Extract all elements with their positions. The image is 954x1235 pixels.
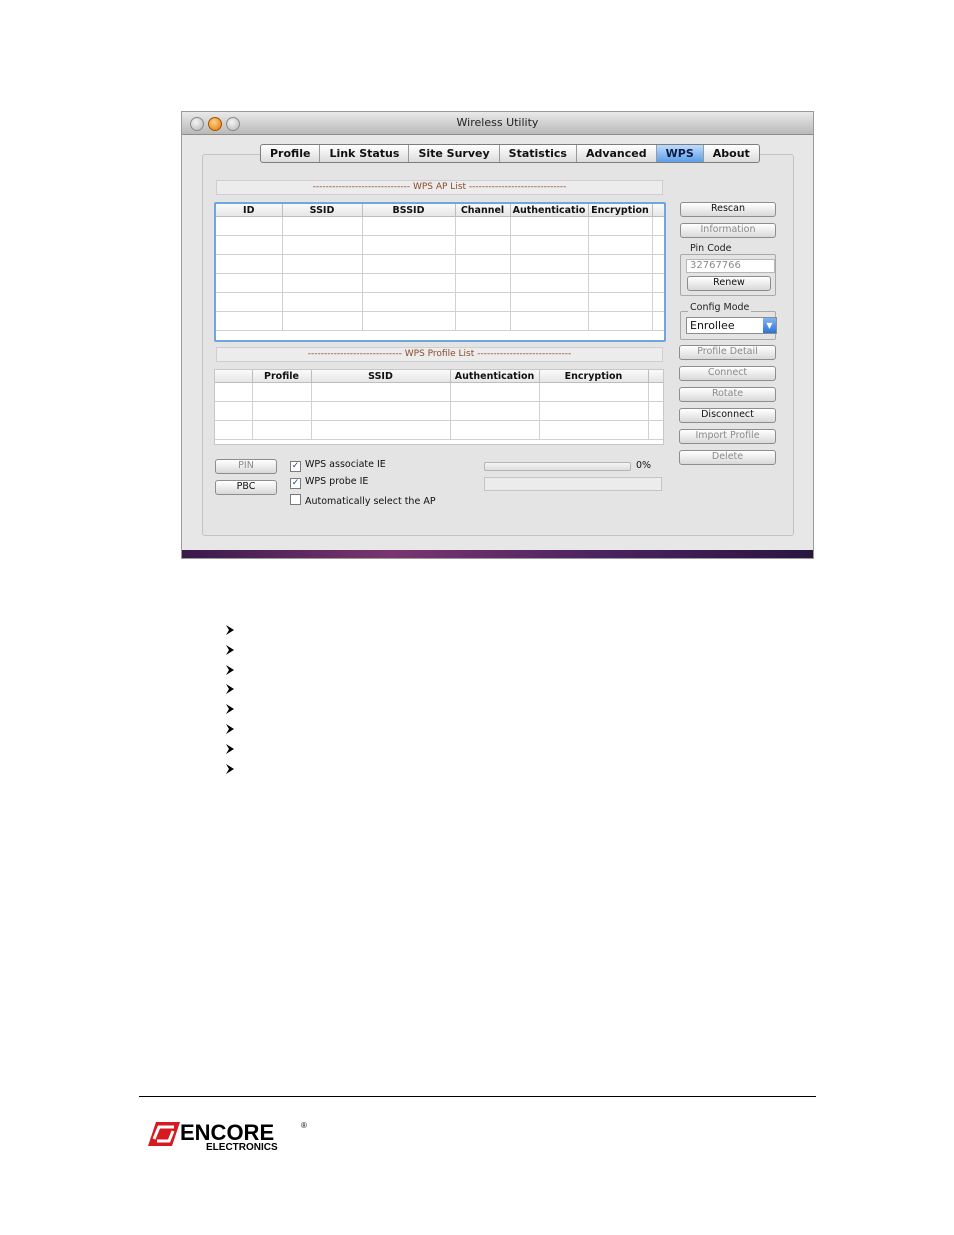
column-header-bssid[interactable]: BSSID bbox=[362, 204, 456, 217]
config-mode-value: Enrollee bbox=[690, 319, 735, 332]
config-mode-select[interactable]: Enrollee ▼ bbox=[686, 317, 777, 334]
wps-ap-table: ID SSID BSSID Channel Authenticatio Encr… bbox=[216, 204, 664, 331]
checkbox-checked-icon[interactable]: ✓ bbox=[290, 461, 301, 472]
pbc-button[interactable]: PBC bbox=[215, 480, 277, 495]
delete-button[interactable]: Delete bbox=[679, 450, 776, 465]
column-header-encryption[interactable]: Encryption bbox=[539, 370, 649, 383]
wps-associate-ie-label: WPS associate IE bbox=[305, 459, 386, 470]
rotate-button[interactable]: Rotate bbox=[679, 387, 776, 402]
wps-profile-table: Profile SSID Authentication Encryption bbox=[215, 370, 663, 440]
table-row[interactable] bbox=[216, 311, 664, 331]
tab-link-status[interactable]: Link Status bbox=[320, 145, 410, 162]
table-row[interactable] bbox=[215, 401, 663, 421]
pin-code-label: Pin Code bbox=[688, 243, 734, 254]
auto-select-ap-label: Automatically select the AP bbox=[305, 496, 436, 507]
table-row[interactable] bbox=[215, 420, 663, 440]
column-header-channel[interactable]: Channel bbox=[455, 204, 511, 217]
table-row[interactable] bbox=[216, 216, 664, 236]
wps-ap-list-header: ------------------------------ WPS AP Li… bbox=[216, 180, 663, 195]
bullet-arrow-icon bbox=[226, 743, 234, 754]
import-profile-button[interactable]: Import Profile bbox=[679, 429, 776, 444]
wireless-utility-window: Wireless Utility Profile Link Status Sit… bbox=[182, 112, 813, 558]
column-header-ssid[interactable]: SSID bbox=[311, 370, 451, 383]
tab-statistics[interactable]: Statistics bbox=[500, 145, 577, 162]
column-header-authentication[interactable]: Authentication bbox=[450, 370, 540, 383]
encore-electronics-logo: ENCORE ® ELECTRONICS bbox=[148, 1120, 307, 1153]
information-button[interactable]: Information bbox=[680, 223, 776, 238]
bullet-arrow-icon bbox=[226, 664, 234, 675]
wps-probe-ie-label: WPS probe IE bbox=[305, 476, 369, 487]
rescan-button[interactable]: Rescan bbox=[680, 202, 776, 217]
title-bar[interactable]: Wireless Utility bbox=[182, 112, 813, 135]
tab-wps[interactable]: WPS bbox=[656, 145, 704, 162]
wps-ap-list[interactable]: ID SSID BSSID Channel Authenticatio Encr… bbox=[214, 202, 666, 342]
column-header-spacer bbox=[648, 370, 663, 383]
tab-site-survey[interactable]: Site Survey bbox=[409, 145, 500, 162]
table-row[interactable] bbox=[215, 382, 663, 402]
checkbox-unchecked-icon[interactable] bbox=[290, 494, 301, 505]
wps-probe-ie-checkbox[interactable]: ✓ WPS probe IE bbox=[290, 476, 368, 489]
tab-about[interactable]: About bbox=[704, 145, 759, 162]
column-header-profile[interactable]: Profile bbox=[252, 370, 312, 383]
checkbox-checked-icon[interactable]: ✓ bbox=[290, 478, 301, 489]
column-header-authentication[interactable]: Authenticatio bbox=[510, 204, 589, 217]
table-row[interactable] bbox=[216, 254, 664, 274]
bullet-arrow-icon bbox=[226, 625, 234, 635]
config-mode-label: Config Mode bbox=[688, 302, 752, 313]
footer-divider bbox=[139, 1096, 816, 1097]
desktop-background-strip bbox=[182, 550, 813, 558]
tab-profile[interactable]: Profile bbox=[261, 145, 321, 162]
bullet-arrow-icon bbox=[226, 684, 234, 695]
bullet-arrow-icon bbox=[226, 644, 234, 655]
encore-logo-mark-icon bbox=[148, 1122, 180, 1146]
column-header-spacer bbox=[652, 204, 664, 217]
registered-mark: ® bbox=[301, 1121, 307, 1130]
bullet-arrow-icon bbox=[226, 763, 234, 774]
column-header-encryption[interactable]: Encryption bbox=[588, 204, 653, 217]
tab-advanced[interactable]: Advanced bbox=[577, 145, 657, 162]
logo-subtext: ELECTRONICS bbox=[206, 1142, 278, 1153]
progress-percent: 0% bbox=[636, 460, 652, 471]
table-row[interactable] bbox=[216, 292, 664, 312]
column-header-id[interactable]: ID bbox=[216, 204, 283, 217]
profile-detail-button[interactable]: Profile Detail bbox=[679, 345, 776, 360]
tab-bar: Profile Link Status Site Survey Statisti… bbox=[260, 144, 760, 163]
column-header-blank[interactable] bbox=[215, 370, 253, 383]
pin-code-field[interactable]: 32767766 bbox=[686, 259, 775, 273]
chevron-down-icon[interactable]: ▼ bbox=[763, 318, 776, 333]
auto-select-ap-checkbox[interactable]: Automatically select the AP bbox=[290, 494, 436, 507]
pin-button[interactable]: PIN bbox=[215, 459, 277, 474]
window-title: Wireless Utility bbox=[456, 116, 539, 129]
wps-profile-list-header: ----------------------------- WPS Profil… bbox=[216, 347, 663, 362]
column-header-ssid[interactable]: SSID bbox=[282, 204, 363, 217]
wps-progress-bar bbox=[484, 462, 631, 471]
table-row[interactable] bbox=[216, 235, 664, 255]
bullet-arrow-icon bbox=[226, 704, 234, 715]
wps-status-field bbox=[484, 477, 662, 491]
table-row[interactable] bbox=[216, 273, 664, 293]
disconnect-button[interactable]: Disconnect bbox=[679, 408, 776, 423]
connect-button[interactable]: Connect bbox=[679, 366, 776, 381]
wps-profile-list[interactable]: Profile SSID Authentication Encryption bbox=[214, 369, 664, 445]
bullet-arrow-icon bbox=[226, 724, 234, 734]
wps-associate-ie-checkbox[interactable]: ✓ WPS associate IE bbox=[290, 459, 386, 472]
renew-button[interactable]: Renew bbox=[687, 276, 771, 291]
